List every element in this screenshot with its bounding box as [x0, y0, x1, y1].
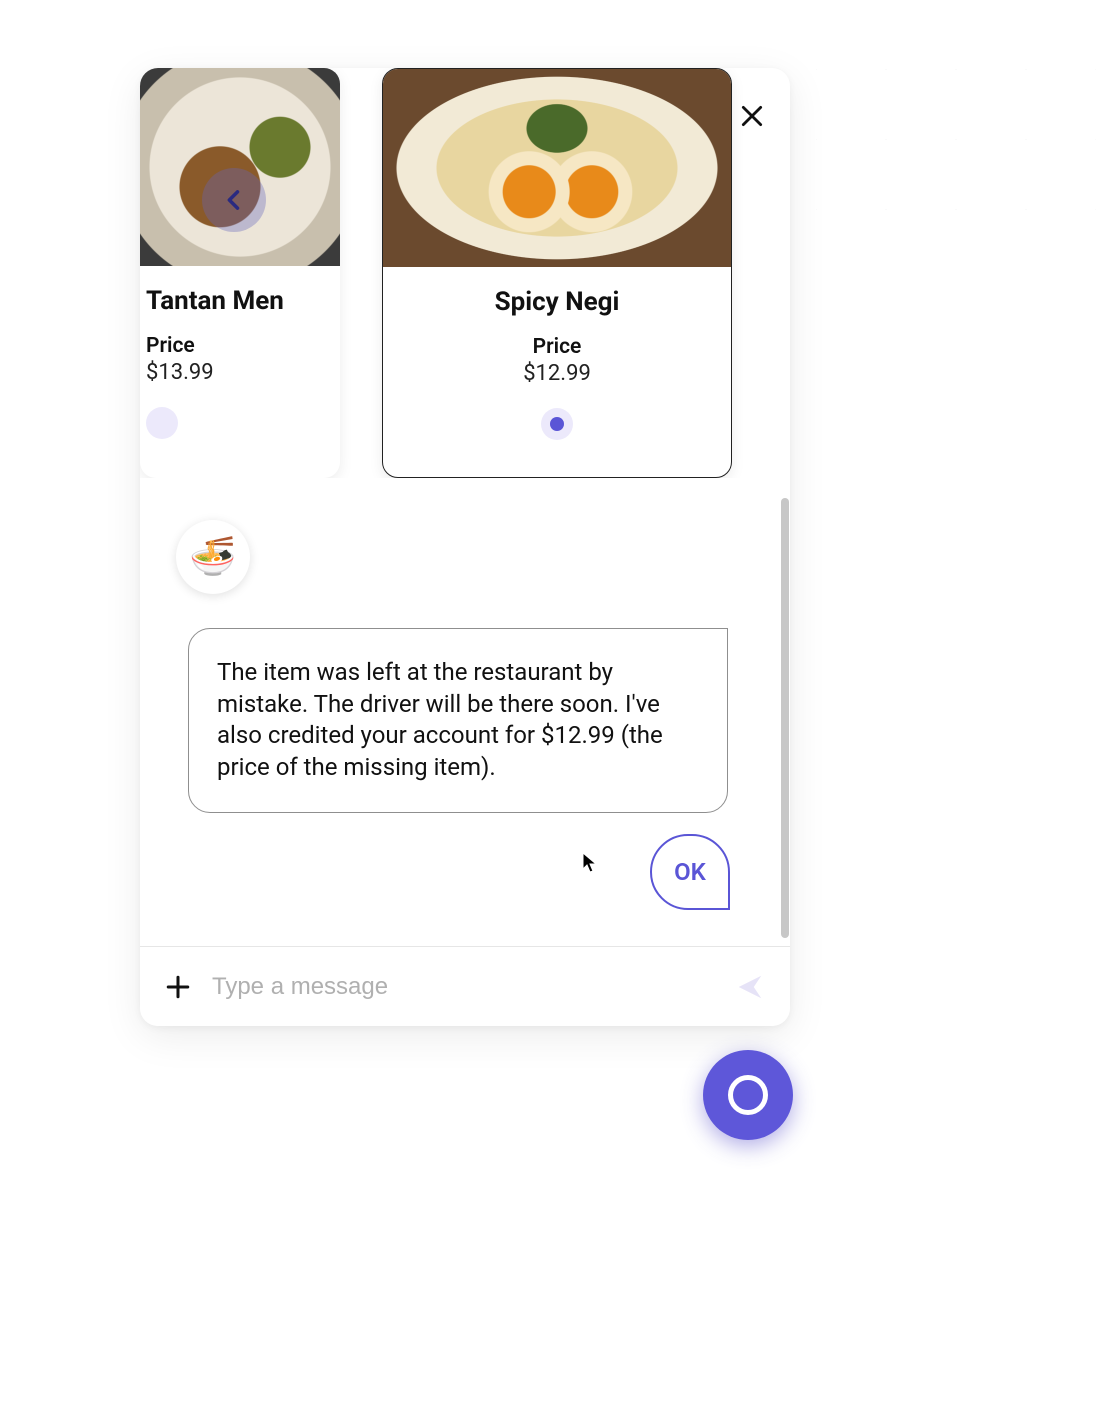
background-grid [816, 0, 1096, 260]
carousel-prev-button[interactable] [202, 168, 266, 232]
product-title: Tantan Men [146, 286, 284, 316]
close-icon [739, 103, 765, 129]
chat-panel: Tantan Men Price $13.99 Spicy Negi Price… [140, 68, 790, 1026]
ok-button[interactable]: OK [650, 834, 730, 910]
product-image [383, 69, 731, 267]
select-radio-selected[interactable] [541, 408, 573, 440]
bot-avatar: 🍜 [176, 520, 250, 594]
product-card-selected[interactable]: Spicy Negi Price $12.99 [382, 68, 732, 478]
bot-message-bubble: The item was left at the restaurant by m… [188, 628, 728, 813]
chevron-left-icon [220, 186, 248, 214]
input-bar [140, 946, 790, 1026]
send-icon [735, 972, 765, 1002]
price-label: Price [533, 335, 582, 359]
select-radio[interactable] [146, 407, 178, 439]
product-card-body: Tantan Men Price $13.99 [140, 266, 340, 478]
product-carousel: Tantan Men Price $13.99 Spicy Negi Price… [140, 68, 790, 478]
circle-icon [728, 1075, 768, 1115]
price-label: Price [146, 334, 195, 358]
attach-button[interactable] [162, 971, 194, 1003]
ok-button-label: OK [674, 858, 706, 886]
bot-message-text: The item was left at the restaurant by m… [217, 658, 663, 781]
product-card[interactable]: Tantan Men Price $13.99 [140, 68, 340, 478]
price-value: $12.99 [523, 361, 591, 386]
product-title: Spicy Negi [495, 287, 620, 317]
scrollbar[interactable] [781, 498, 789, 938]
chat-fab[interactable] [703, 1050, 793, 1140]
product-image [140, 68, 340, 266]
close-button[interactable] [734, 98, 770, 134]
price-value: $13.99 [146, 360, 214, 385]
send-button[interactable] [732, 969, 768, 1005]
plus-icon [165, 974, 191, 1000]
ramen-icon: 🍜 [189, 535, 236, 579]
message-input[interactable] [212, 973, 732, 1001]
product-card-body: Spicy Negi Price $12.99 [383, 267, 731, 477]
